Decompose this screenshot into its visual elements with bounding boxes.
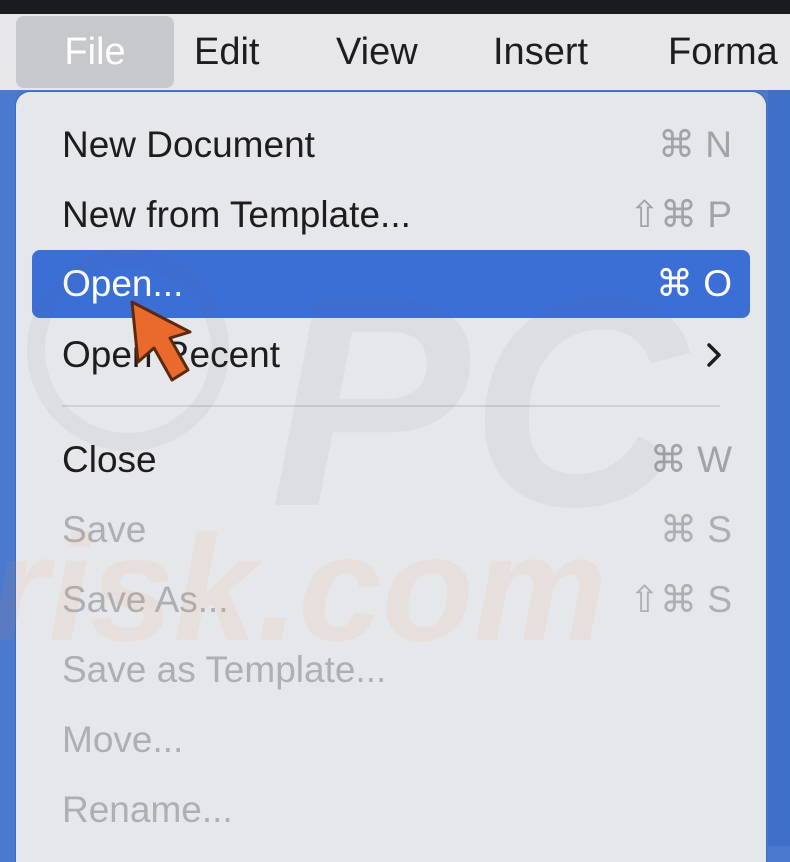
desktop-background bbox=[768, 90, 790, 846]
menu-item-label: Close bbox=[62, 439, 157, 480]
menubar-insert[interactable]: Insert bbox=[493, 14, 588, 90]
menu-item-label: Save as Template... bbox=[62, 649, 387, 690]
chevron-right-icon bbox=[707, 343, 721, 367]
menu-bar: File Edit View Insert Forma bbox=[0, 14, 790, 90]
menu-item-shortcut: ⇧⌘ P bbox=[629, 194, 732, 235]
menubar-view[interactable]: View bbox=[336, 14, 418, 90]
menu-item-shortcut: ⌘ O bbox=[655, 263, 732, 304]
menubar-format[interactable]: Forma bbox=[668, 14, 778, 90]
top-edge bbox=[0, 0, 790, 14]
menu-item-move[interactable]: Move... bbox=[32, 706, 750, 774]
menu-item-save[interactable]: Save ⌘ S bbox=[32, 496, 750, 564]
menu-item-new-from-template[interactable]: New from Template... ⇧⌘ P bbox=[32, 181, 750, 249]
menu-item-shortcut: ⌘ N bbox=[658, 124, 732, 165]
menu-item-save-as-template[interactable]: Save as Template... bbox=[32, 636, 750, 704]
menubar-file[interactable]: File bbox=[16, 16, 174, 88]
menu-item-label: New from Template... bbox=[62, 194, 411, 235]
menu-item-shortcut: ⌘ W bbox=[649, 439, 732, 480]
menu-item-close[interactable]: Close ⌘ W bbox=[32, 426, 750, 494]
file-menu: New Document ⌘ N New from Template... ⇧⌘… bbox=[16, 92, 766, 862]
menu-item-shortcut: ⇧⌘ S bbox=[629, 579, 732, 620]
menu-item-save-as[interactable]: Save As... ⇧⌘ S bbox=[32, 566, 750, 634]
menu-item-label: Save As... bbox=[62, 579, 229, 620]
menu-item-new-document[interactable]: New Document ⌘ N bbox=[32, 111, 750, 179]
menubar-edit[interactable]: Edit bbox=[194, 14, 259, 90]
menu-item-label: Save bbox=[62, 509, 147, 550]
menu-separator bbox=[62, 405, 720, 407]
cursor-arrow-icon bbox=[130, 300, 192, 382]
menu-item-label: Move... bbox=[62, 719, 184, 760]
menu-item-rename[interactable]: Rename... bbox=[32, 776, 750, 844]
menu-item-label: Rename... bbox=[62, 789, 233, 830]
menu-item-label: New Document bbox=[62, 124, 315, 165]
menu-item-shortcut: ⌘ S bbox=[660, 509, 732, 550]
desktop-background bbox=[0, 90, 16, 846]
